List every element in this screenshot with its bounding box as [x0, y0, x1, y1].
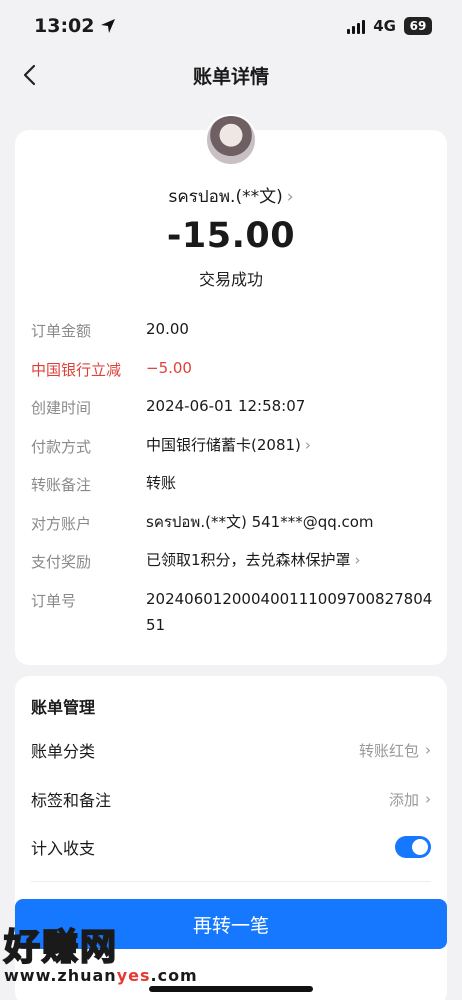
detail-label: 对方账户 [31, 514, 92, 533]
detail-row-order-amount: 订单金额 20.00 [31, 316, 435, 355]
detail-label: 订单金额 [31, 322, 92, 340]
page-title: 账单详情 [192, 65, 269, 88]
include-income-row: 计入收支 [31, 833, 431, 861]
detail-label: 订单号 [31, 591, 77, 610]
detail-value: −5.00 [146, 358, 192, 377]
detail-value: 转账 [146, 474, 177, 492]
bill-category-right: 转账红包 › [359, 740, 431, 761]
status-right: 4G 69 [347, 17, 432, 35]
detail-value: 2024-06-01 12:58:07 [146, 397, 306, 415]
location-arrow-icon [101, 19, 116, 33]
cell-signal-icon [347, 18, 366, 34]
chevron-right-icon: › [425, 741, 431, 759]
detail-value: 中国银行储蓄卡(2081) [146, 435, 301, 454]
chevron-right-icon: › [304, 435, 311, 454]
divider [31, 881, 431, 882]
battery-icon: 69 [404, 17, 432, 35]
watermark-url-highlight: yes [116, 966, 151, 985]
detail-label: 中国银行立减 [31, 360, 122, 379]
detail-label: 付款方式 [31, 437, 92, 456]
payee-link[interactable]: ꜱครปอพ.(**文) › [15, 182, 447, 210]
tags-notes-right: 添加 › [389, 789, 431, 810]
watermark-title: 好赚网 [3, 926, 119, 969]
watermark: 好赚网 www.zhuanyes.com [3, 918, 198, 985]
status-left: 13:02 [34, 15, 116, 37]
chevron-left-icon [23, 64, 36, 86]
transaction-status: 交易成功 [198, 270, 263, 289]
payee-avatar[interactable] [205, 114, 257, 166]
back-button[interactable] [14, 60, 44, 90]
detail-value: 20.00 [146, 320, 189, 338]
include-income-label: 计入收支 [31, 839, 96, 858]
detail-row-payment-reward[interactable]: 支付奖励 已领取1积分，去兑森林保护罩 › [31, 547, 435, 586]
detail-value: ꜱครปอพ.(**文) 541***@qq.com [146, 512, 374, 531]
manage-title: 账单管理 [31, 698, 96, 717]
detail-label: 转账备注 [31, 476, 92, 494]
bill-category-row[interactable]: 账单分类 转账红包 › [31, 736, 431, 764]
include-income-toggle[interactable] [395, 836, 431, 858]
detail-row-order-number: 订单号 20240601200040011100970082780451 [31, 586, 435, 648]
payee-name: ꜱครปอพ.(**文) [168, 187, 283, 207]
network-type: 4G [373, 17, 396, 35]
watermark-url-suffix: .com [150, 966, 198, 985]
detail-value-wrap: 中国银行储蓄卡(2081) › [146, 432, 311, 458]
home-indicator[interactable] [149, 986, 313, 992]
bill-amount: -15.00 [166, 216, 296, 256]
bill-card: ꜱครปอพ.(**文) › -15.00 交易成功 订单金额 20.00 中国银… [15, 130, 447, 665]
detail-label: 支付奖励 [31, 553, 92, 571]
detail-row-counterparty: 对方账户 ꜱครปอพ.(**文) 541***@qq.com [31, 509, 435, 548]
chevron-right-icon: › [354, 551, 361, 569]
status-time: 13:02 [34, 15, 95, 37]
tags-notes-row[interactable]: 标签和备注 添加 › [31, 785, 431, 813]
chevron-right-icon: › [286, 187, 294, 207]
detail-label: 创建时间 [31, 399, 92, 417]
detail-row-bank-discount: 中国银行立减 −5.00 [31, 355, 435, 394]
watermark-url-prefix: www.zhuan [4, 966, 117, 985]
nav-bar: 账单详情 [0, 52, 462, 98]
status-bar: 13:02 4G 69 [0, 0, 462, 52]
tags-notes-label: 标签和备注 [31, 791, 112, 810]
watermark-url: www.zhuanyes.com [4, 966, 198, 985]
detail-value: 20240601200040011100970082780451 [146, 589, 433, 634]
detail-value-wrap: 已领取1积分，去兑森林保护罩 › [146, 547, 361, 573]
detail-row-created-time: 创建时间 2024-06-01 12:58:07 [31, 393, 435, 432]
detail-value: 已领取1积分，去兑森林保护罩 [146, 551, 351, 569]
tags-notes-value: 添加 [388, 790, 419, 809]
bill-category-value: 转账红包 [358, 741, 419, 760]
detail-list: 订单金额 20.00 中国银行立减 −5.00 创建时间 2024-06-01 … [31, 316, 435, 648]
detail-row-payment-method[interactable]: 付款方式 中国银行储蓄卡(2081) › [31, 432, 435, 471]
bill-category-label: 账单分类 [31, 742, 96, 761]
chevron-right-icon: › [425, 790, 431, 808]
detail-row-transfer-note: 转账备注 转账 [31, 470, 435, 509]
